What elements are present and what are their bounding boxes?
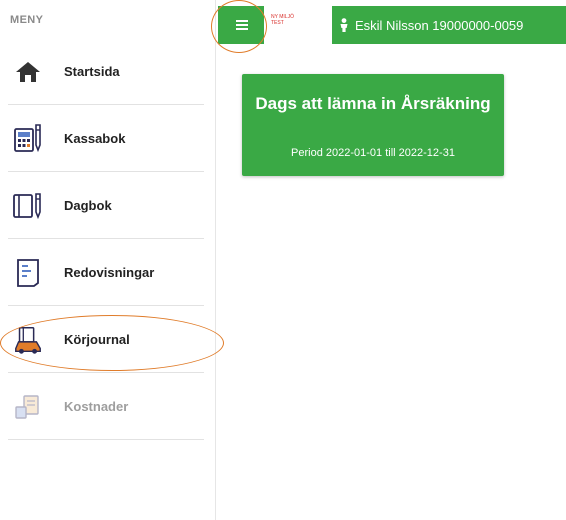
- top-bar: NY MILJÖ TEST Eskil Nilsson 19000000-005…: [218, 6, 566, 44]
- sidebar-item-kostnader[interactable]: Kostnader: [0, 373, 216, 440]
- home-icon: [12, 56, 44, 88]
- menu-list: Startsida Kassabok Dagbok Redovisningar …: [0, 38, 216, 440]
- card-subtitle: Period 2022-01-01 till 2022-12-31: [291, 147, 455, 159]
- menu-toggle-button[interactable]: [220, 6, 264, 44]
- brand-line-2: TEST: [271, 20, 284, 26]
- hamburger-icon: [236, 18, 248, 32]
- car-book-icon: [12, 324, 44, 356]
- calculator-pen-icon: [12, 123, 44, 155]
- sidebar-item-dagbok[interactable]: Dagbok: [0, 172, 216, 239]
- sidebar-item-korjournal[interactable]: Körjournal: [0, 306, 216, 373]
- sidebar-item-label: Redovisningar: [64, 265, 155, 280]
- sidebar-item-label: Körjournal: [64, 332, 130, 347]
- person-icon: [340, 18, 348, 32]
- sidebar-item-label: Startsida: [64, 64, 120, 79]
- sidebar-item-label: Kassabok: [64, 131, 126, 146]
- card-title: Dags att lämna in Årsräkning: [255, 94, 491, 113]
- sidebar-item-label: Kostnader: [64, 399, 129, 414]
- sidebar-item-label: Dagbok: [64, 198, 112, 213]
- receipt-icon: [12, 391, 44, 423]
- sidebar-menu: MENY Startsida Kassabok Dagbok Redovisni…: [0, 0, 216, 520]
- sidebar-item-redovisningar[interactable]: Redovisningar: [0, 239, 216, 306]
- user-info[interactable]: Eskil Nilsson 19000000-0059: [339, 6, 523, 44]
- menu-heading: MENY: [10, 14, 44, 26]
- user-name: Eskil Nilsson 19000000-0059: [355, 17, 524, 33]
- annual-report-card[interactable]: Dags att lämna in Årsräkning Period 2022…: [242, 74, 504, 176]
- sidebar-item-startsida[interactable]: Startsida: [0, 38, 216, 105]
- brand-logo: NY MILJÖ TEST: [264, 6, 332, 44]
- sidebar-item-kassabok[interactable]: Kassabok: [0, 105, 216, 172]
- notebook-pen-icon: [12, 190, 44, 222]
- document-list-icon: [12, 257, 44, 289]
